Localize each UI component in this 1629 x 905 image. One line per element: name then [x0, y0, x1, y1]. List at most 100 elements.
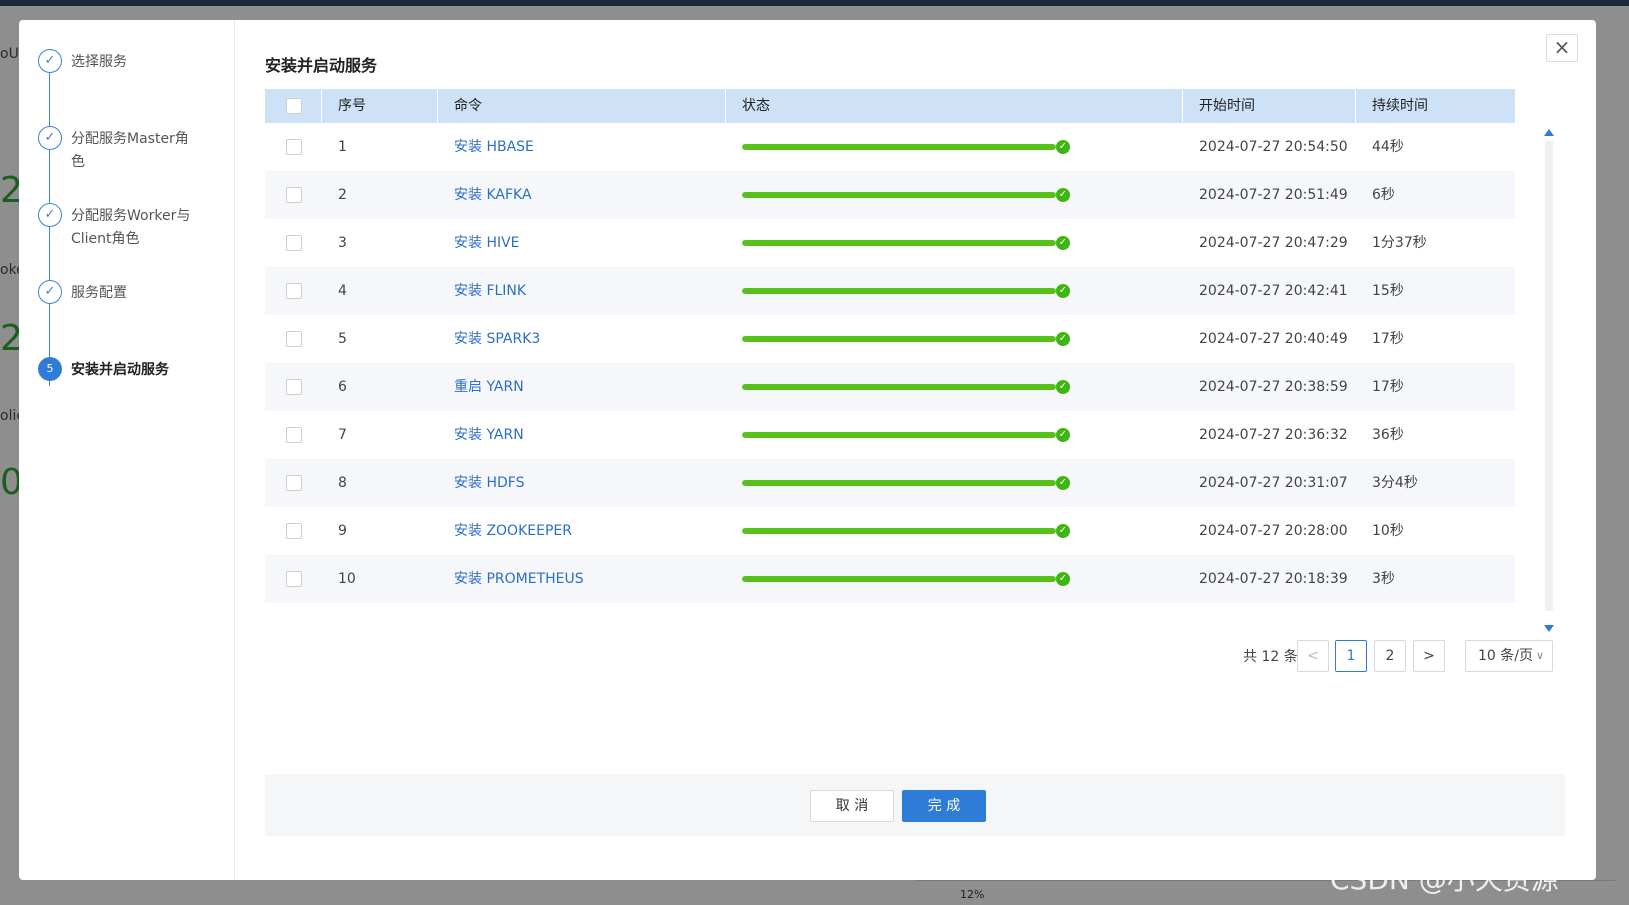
- close-button[interactable]: ×: [1546, 34, 1578, 62]
- progress-fill: [742, 192, 1056, 198]
- table-row[interactable]: 6 重启 YARN ✓ 2024-07-27 20:38:59 17秒: [265, 363, 1515, 411]
- success-check-icon: ✓: [1056, 284, 1070, 298]
- start-time: 2024-07-27 20:28:00: [1199, 523, 1348, 539]
- progress-fill: [742, 480, 1056, 486]
- header-command: 命令: [438, 89, 726, 123]
- duration: 15秒: [1372, 283, 1404, 299]
- background-percent-label: 12%: [960, 888, 985, 901]
- duration: 10秒: [1372, 523, 1404, 539]
- row-checkbox[interactable]: [286, 235, 302, 251]
- start-time: 2024-07-27 20:47:29: [1199, 235, 1348, 251]
- step-label: 选择服务: [71, 54, 127, 70]
- cancel-button[interactable]: 取 消: [810, 790, 894, 822]
- duration: 1分37秒: [1372, 235, 1427, 251]
- watermark: CSDN @小天资源: [1330, 863, 1559, 896]
- start-time: 2024-07-27 20:40:49: [1199, 331, 1348, 347]
- success-check-icon: ✓: [1056, 428, 1070, 442]
- page-title: 安装并启动服务: [265, 56, 378, 75]
- duration: 17秒: [1372, 331, 1404, 347]
- header-index: 序号: [322, 89, 438, 123]
- start-time: 2024-07-27 20:42:41: [1199, 283, 1348, 299]
- command-link[interactable]: 安装 FLINK: [454, 267, 526, 317]
- select-all-checkbox[interactable]: [286, 98, 302, 114]
- step-label: 分配服务Worker与Client角色: [71, 208, 191, 247]
- step-number-badge: 5: [38, 357, 62, 381]
- progress-bar: [742, 192, 1056, 198]
- table-row[interactable]: 8 安装 HDFS ✓ 2024-07-27 20:31:07 3分4秒: [265, 459, 1515, 507]
- command-link[interactable]: 安装 KAFKA: [454, 171, 532, 221]
- row-checkbox[interactable]: [286, 379, 302, 395]
- table-row[interactable]: 9 安装 ZOOKEEPER ✓ 2024-07-27 20:28:00 10秒: [265, 507, 1515, 555]
- page-button-1[interactable]: 1: [1335, 640, 1367, 672]
- row-checkbox[interactable]: [286, 187, 302, 203]
- row-index: 7: [338, 427, 347, 443]
- row-checkbox[interactable]: [286, 475, 302, 491]
- table-row[interactable]: 4 安装 FLINK ✓ 2024-07-27 20:42:41 15秒: [265, 267, 1515, 315]
- chevron-down-icon: ∨: [1535, 649, 1544, 662]
- command-link[interactable]: 安装 PROMETHEUS: [454, 555, 584, 605]
- row-index: 1: [338, 139, 347, 155]
- scroll-down-icon[interactable]: [1544, 625, 1554, 632]
- row-checkbox[interactable]: [286, 283, 302, 299]
- scroll-up-icon[interactable]: [1544, 129, 1554, 136]
- steps-connector-line: [49, 72, 50, 386]
- next-page-button[interactable]: >: [1413, 640, 1445, 672]
- page-size-select[interactable]: 10 条/页 ∨: [1465, 640, 1553, 672]
- command-link[interactable]: 安装 SPARK3: [454, 315, 540, 365]
- table-row[interactable]: 10 安装 PROMETHEUS ✓ 2024-07-27 20:18:39 3秒: [265, 555, 1515, 603]
- progress-bar: [742, 480, 1056, 486]
- table-row[interactable]: 7 安装 YARN ✓ 2024-07-27 20:36:32 36秒: [265, 411, 1515, 459]
- prev-page-button[interactable]: <: [1297, 640, 1329, 672]
- progress-bar: [742, 288, 1056, 294]
- row-index: 8: [338, 475, 347, 491]
- table-row[interactable]: 2 安装 KAFKA ✓ 2024-07-27 20:51:49 6秒: [265, 171, 1515, 219]
- row-checkbox[interactable]: [286, 427, 302, 443]
- header-status: 状态: [726, 89, 1183, 123]
- command-link[interactable]: 安装 HBASE: [454, 123, 534, 173]
- progress-fill: [742, 336, 1056, 342]
- row-index: 4: [338, 283, 347, 299]
- progress-fill: [742, 240, 1056, 246]
- step-check-icon: ✓: [38, 49, 62, 73]
- install-dialog: × ✓ 选择服务 ✓ 分配服务Master角色 ✓ 分配服务Worker与Cli…: [19, 20, 1596, 880]
- dialog-footer: 取 消 完 成: [265, 774, 1565, 836]
- start-time: 2024-07-27 20:51:49: [1199, 187, 1348, 203]
- success-check-icon: ✓: [1056, 476, 1070, 490]
- table-row[interactable]: 3 安装 HIVE ✓ 2024-07-27 20:47:29 1分37秒: [265, 219, 1515, 267]
- command-link[interactable]: 安装 HIVE: [454, 219, 520, 269]
- progress-bar: [742, 240, 1056, 246]
- table-scrollbar[interactable]: [1541, 123, 1557, 643]
- duration: 44秒: [1372, 139, 1404, 155]
- step-check-icon: ✓: [38, 280, 62, 304]
- table-row[interactable]: 1 安装 HBASE ✓ 2024-07-27 20:54:50 44秒: [265, 123, 1515, 171]
- header-start-time: 开始时间: [1183, 89, 1356, 123]
- progress-bar: [742, 144, 1056, 150]
- duration: 17秒: [1372, 379, 1404, 395]
- row-checkbox[interactable]: [286, 331, 302, 347]
- done-button[interactable]: 完 成: [902, 790, 986, 822]
- row-index: 3: [338, 235, 347, 251]
- progress-bar: [742, 384, 1056, 390]
- row-checkbox[interactable]: [286, 139, 302, 155]
- command-link[interactable]: 重启 YARN: [454, 363, 524, 413]
- step-check-icon: ✓: [38, 126, 62, 150]
- row-checkbox[interactable]: [286, 523, 302, 539]
- row-index: 10: [338, 571, 356, 587]
- table-row[interactable]: 5 安装 SPARK3 ✓ 2024-07-27 20:40:49 17秒: [265, 315, 1515, 363]
- command-link[interactable]: 安装 ZOOKEEPER: [454, 507, 572, 557]
- progress-fill: [742, 144, 1056, 150]
- success-check-icon: ✓: [1056, 236, 1070, 250]
- duration: 36秒: [1372, 427, 1404, 443]
- page-button-2[interactable]: 2: [1374, 640, 1406, 672]
- command-link[interactable]: 安装 YARN: [454, 411, 524, 461]
- scroll-thumb[interactable]: [1545, 141, 1553, 611]
- step-label: 服务配置: [71, 285, 127, 301]
- start-time: 2024-07-27 20:38:59: [1199, 379, 1348, 395]
- success-check-icon: ✓: [1056, 332, 1070, 346]
- row-checkbox[interactable]: [286, 571, 302, 587]
- start-time: 2024-07-27 20:36:32: [1199, 427, 1348, 443]
- duration: 3秒: [1372, 571, 1395, 587]
- start-time: 2024-07-27 20:31:07: [1199, 475, 1348, 491]
- command-link[interactable]: 安装 HDFS: [454, 459, 524, 509]
- page-size-value: 10 条/页: [1478, 648, 1533, 664]
